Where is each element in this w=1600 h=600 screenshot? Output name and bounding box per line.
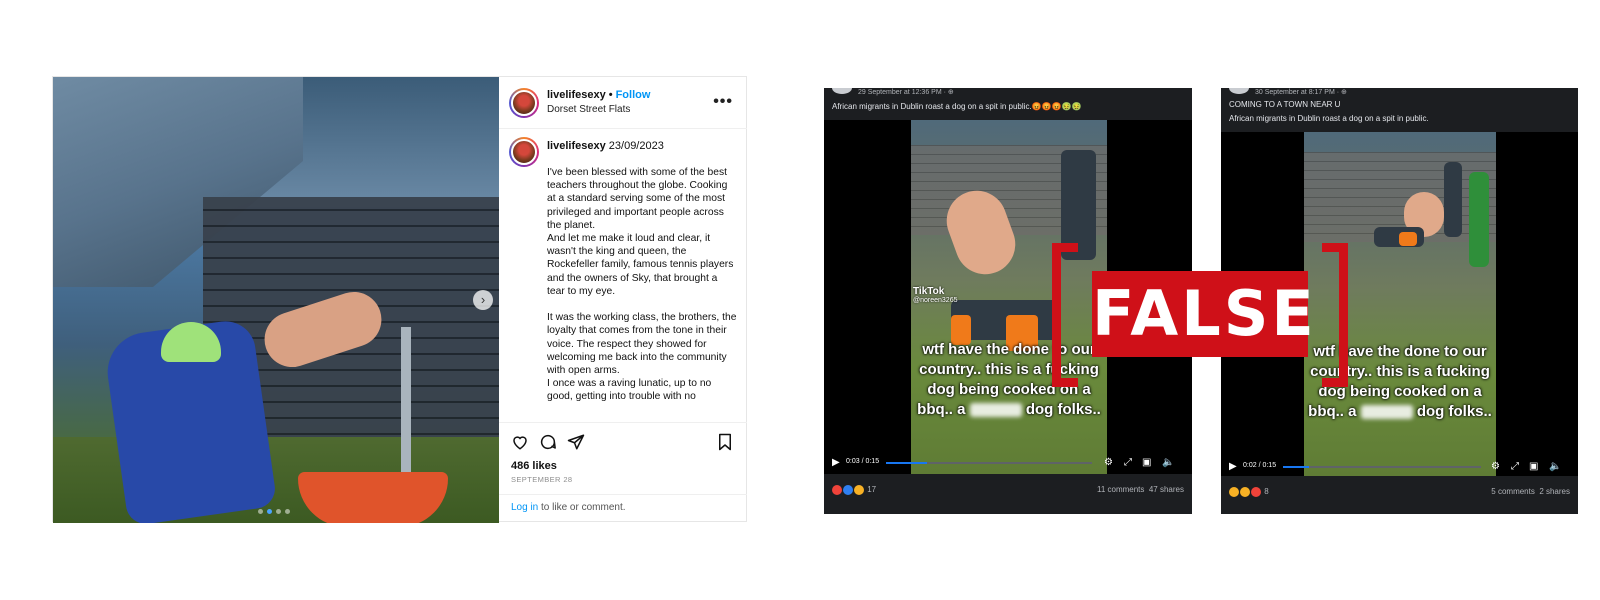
fullscreen-expand-icon[interactable]: ⤢: [1124, 457, 1132, 468]
comment-icon[interactable]: [539, 433, 557, 451]
false-verdict-stamp: FALSE: [1052, 243, 1348, 387]
follow-button[interactable]: Follow: [616, 89, 651, 101]
post-text-line-1: COMING TO A TOWN NEAR U: [1229, 100, 1341, 109]
carousel-dot: [285, 509, 290, 514]
like-reaction-icon: [843, 485, 853, 495]
video-controls: ▶ 0:02 / 0:15 ⚙ ⤢ ▣ 🔈: [1221, 458, 1578, 478]
video-time: 0:02 / 0:15: [1243, 462, 1277, 469]
angry-reaction-icon: [1251, 487, 1261, 497]
username-link[interactable]: livelifesexy: [547, 89, 606, 101]
volume-icon[interactable]: 🔈: [1162, 457, 1174, 468]
carousel-dot: [276, 509, 281, 514]
comments-count[interactable]: 5 comments: [1491, 487, 1535, 496]
carousel-dot: [267, 509, 272, 514]
settings-gear-icon[interactable]: ⚙: [1491, 461, 1500, 472]
login-link[interactable]: Log in: [511, 502, 538, 513]
stamp-bracket-right: [1322, 243, 1348, 387]
instagram-post: › livelifesexy • Follow Dorset Street Flat…: [52, 76, 747, 523]
comments-count[interactable]: 11 comments: [1097, 485, 1144, 494]
video-progress-bar[interactable]: [1283, 466, 1481, 468]
more-options-icon[interactable]: •••: [713, 93, 733, 111]
sad-reaction-icon: [1240, 487, 1250, 497]
wow-reaction-icon: [1229, 487, 1239, 497]
caption-date: 23/09/2023: [608, 140, 664, 152]
blurred-word: [969, 403, 1022, 418]
carousel-dot: [258, 509, 263, 514]
blurred-word: [1360, 405, 1413, 420]
shares-count[interactable]: 47 shares: [1149, 485, 1184, 494]
video-time: 0:03 / 0:15: [846, 458, 880, 465]
caption: livelifesexy 23/09/2023 I've been blesse…: [499, 130, 747, 422]
like-heart-icon[interactable]: [511, 433, 529, 451]
login-prompt: Log in to like or comment.: [499, 494, 747, 524]
location-link[interactable]: Dorset Street Flats: [547, 104, 630, 115]
sad-reaction-icon: [854, 485, 864, 495]
verdict-label: FALSE: [1092, 271, 1314, 357]
likes-count[interactable]: 486 likes: [511, 460, 557, 472]
play-icon[interactable]: ▶: [1229, 461, 1237, 472]
post-text: African migrants in Dublin roast a dog o…: [832, 102, 1082, 111]
bookmark-icon[interactable]: [717, 433, 733, 451]
post-photo[interactable]: ›: [53, 77, 499, 523]
avatar[interactable]: [509, 137, 539, 167]
post-header: livelifesexy • Follow Dorset Street Flats …: [499, 77, 747, 129]
volume-icon[interactable]: 🔈: [1549, 461, 1561, 472]
post-footer: 17 11 comments 47 shares: [824, 478, 1192, 504]
caption-text: I've been blessed with some of the best …: [547, 167, 737, 403]
post-text-line-2: African migrants in Dublin roast a dog o…: [1229, 114, 1429, 123]
reaction-summary[interactable]: 17: [832, 485, 876, 495]
picture-in-picture-icon[interactable]: ▣: [1529, 461, 1538, 472]
share-icon[interactable]: [567, 433, 585, 451]
settings-gear-icon[interactable]: ⚙: [1104, 457, 1113, 468]
carousel-next-icon[interactable]: ›: [473, 290, 493, 310]
reaction-summary[interactable]: 8: [1229, 487, 1269, 497]
post-actions: 486 likes SEPTEMBER 28 Log in to like or…: [499, 422, 747, 523]
tiktok-watermark: TikTok @noreen3265: [913, 286, 958, 304]
avatar[interactable]: [509, 88, 539, 118]
caption-username[interactable]: livelifesexy: [547, 140, 606, 152]
video-progress-bar[interactable]: [886, 462, 1092, 464]
picture-in-picture-icon[interactable]: ▣: [1142, 457, 1151, 468]
carousel-dots: [258, 509, 290, 514]
post-date: SEPTEMBER 28: [511, 475, 573, 484]
post-timestamp[interactable]: 30 September at 8:17 PM · ⊕: [1255, 88, 1347, 96]
play-icon[interactable]: ▶: [832, 457, 840, 468]
video-controls: ▶ 0:03 / 0:15 ⚙ ⤢ ▣ 🔈: [824, 454, 1192, 474]
shares-count[interactable]: 2 shares: [1539, 487, 1570, 496]
stamp-bracket-left: [1052, 243, 1078, 387]
avatar[interactable]: [832, 88, 852, 94]
post-timestamp[interactable]: 29 September at 12:36 PM · ⊕: [858, 88, 954, 96]
fullscreen-expand-icon[interactable]: ⤢: [1511, 461, 1519, 472]
angry-reaction-icon: [832, 485, 842, 495]
post-sidebar: livelifesexy • Follow Dorset Street Flats …: [499, 77, 747, 523]
post-footer: 8 5 comments 2 shares: [1221, 480, 1578, 506]
avatar[interactable]: [1229, 88, 1249, 94]
